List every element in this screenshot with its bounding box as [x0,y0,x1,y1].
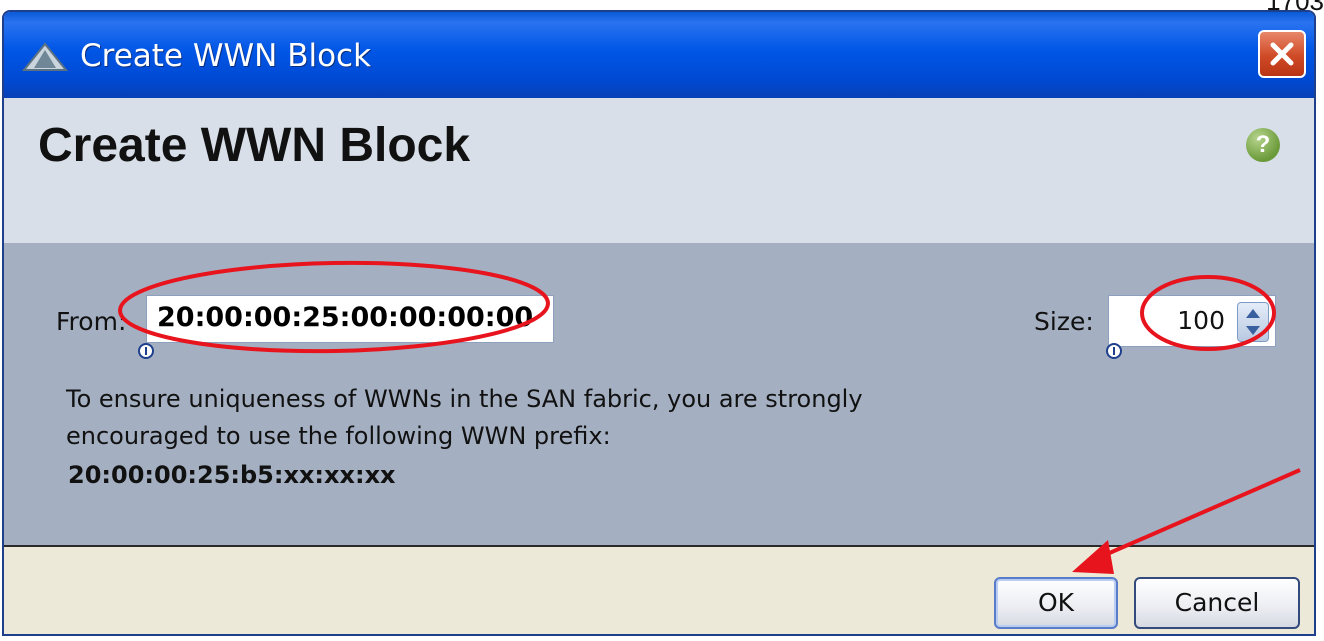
size-input[interactable]: 100 [1108,295,1276,347]
spinner-arrows-icon[interactable] [1237,302,1269,342]
window-title: Create WWN Block [80,38,372,74]
from-label: From: [56,307,127,336]
close-icon [1270,42,1294,66]
button-bar: OK Cancel [4,547,1314,634]
info-line-2: encouraged to use the following WWN pref… [66,422,611,450]
form-area: From: 20:00:00:25:00:00:00:00 Size: 100 … [4,243,1314,547]
wwn-prefix: 20:00:00:25:b5:xx:xx:xx [68,461,396,489]
from-input[interactable]: 20:00:00:25:00:00:00:00 [146,295,554,343]
title-bar: Create WWN Block [4,12,1314,98]
required-field-icon [138,343,154,359]
header-area: Create WWN Block ? [4,98,1314,243]
ok-button[interactable]: OK [994,577,1118,629]
app-icon [22,42,68,71]
page-title: Create WWN Block [38,119,471,172]
close-button[interactable] [1258,30,1306,78]
help-icon[interactable]: ? [1246,128,1280,162]
dialog-window: Create WWN Block Create WWN Block ? From… [2,10,1316,636]
info-line-1: To ensure uniqueness of WWNs in the SAN … [66,385,863,413]
info-text: To ensure uniqueness of WWNs in the SAN … [66,381,863,455]
size-value: 100 [1177,306,1225,335]
size-label: Size: [1034,307,1094,336]
cancel-button[interactable]: Cancel [1134,577,1300,629]
required-field-icon [1106,343,1122,359]
